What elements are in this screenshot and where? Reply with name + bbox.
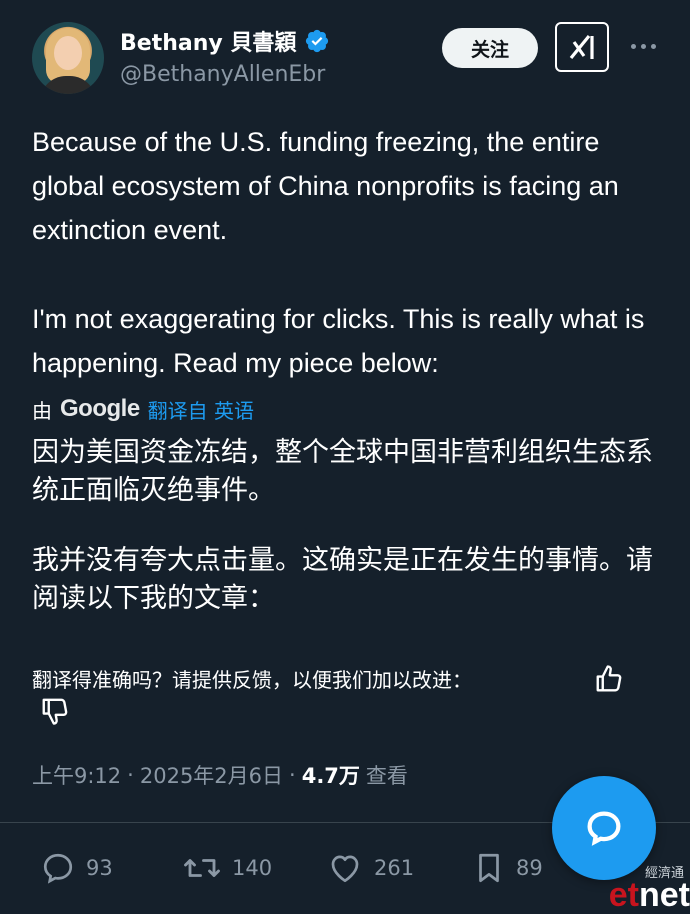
tweet-time[interactable]: 上午9:12 — [32, 760, 121, 790]
retweet-count: 140 — [232, 856, 273, 880]
meta-separator: · — [289, 763, 296, 787]
translated-from-link[interactable]: 翻译自 英语 — [148, 395, 254, 424]
tweet-meta: 上午9:12 · 2025年2月6日 · 4.7万 查看 — [32, 760, 408, 790]
author-name[interactable]: Bethany 貝書穎 — [120, 25, 296, 57]
like-count: 261 — [374, 856, 415, 880]
like-button[interactable]: 261 — [326, 846, 414, 890]
thumbs-down-icon[interactable] — [40, 696, 70, 726]
more-dots-icon[interactable] — [626, 34, 660, 58]
retweet-button[interactable]: 140 — [182, 846, 272, 890]
reply-button[interactable]: 93 — [40, 846, 113, 890]
grok-button[interactable] — [555, 22, 609, 72]
watermark-logo: etnet — [608, 876, 690, 914]
avatar[interactable] — [32, 22, 104, 94]
author-name-row[interactable]: Bethany 貝書穎 — [120, 26, 330, 56]
tweet-date[interactable]: 2025年2月6日 — [140, 760, 283, 790]
verified-badge-icon — [306, 29, 329, 53]
bookmark-button[interactable]: 89 — [472, 846, 543, 890]
views-count: 4.7万 — [301, 764, 360, 788]
etnet-watermark: 經濟通 etnet — [600, 862, 690, 913]
views-label: 查看 — [365, 764, 408, 788]
translation-feedback-prompt: 翻译得准确吗？请提供反馈，以便我们加以改进： — [32, 668, 472, 692]
tweet-text-paragraph-1: Because of the U.S. funding freezing, th… — [32, 127, 619, 245]
translated-paragraph-1: 因为美国资金冻结，整个全球中国非营利组织生态系统正面临灭绝事件。 — [32, 437, 653, 506]
bookmark-icon — [479, 853, 499, 883]
chat-bubble-icon — [587, 811, 621, 846]
author-handle[interactable]: @BethanyAllenEbr — [120, 62, 325, 87]
retweet-icon — [184, 859, 220, 877]
reply-icon — [43, 853, 73, 884]
heart-icon — [331, 855, 359, 883]
meta-separator: · — [127, 763, 134, 787]
translation-attribution: 由 Google 翻译自 英语 — [32, 392, 254, 426]
follow-button[interactable]: 关注 — [442, 28, 538, 68]
bookmark-count: 89 — [516, 856, 543, 880]
translated-by-prefix: 由 — [32, 398, 52, 423]
reply-count: 93 — [86, 856, 113, 880]
action-bar: 93 140 261 89 — [40, 846, 560, 890]
tweet-text-paragraph-2: I'm not exaggerating for clicks. This is… — [32, 304, 645, 378]
grok-icon — [569, 34, 594, 60]
thumbs-up-icon[interactable] — [594, 664, 624, 694]
google-logo: Google — [60, 395, 140, 422]
translated-paragraph-2: 我并没有夸大点击量。这确实是正在发生的事情。请阅读以下我的文章： — [32, 545, 653, 614]
